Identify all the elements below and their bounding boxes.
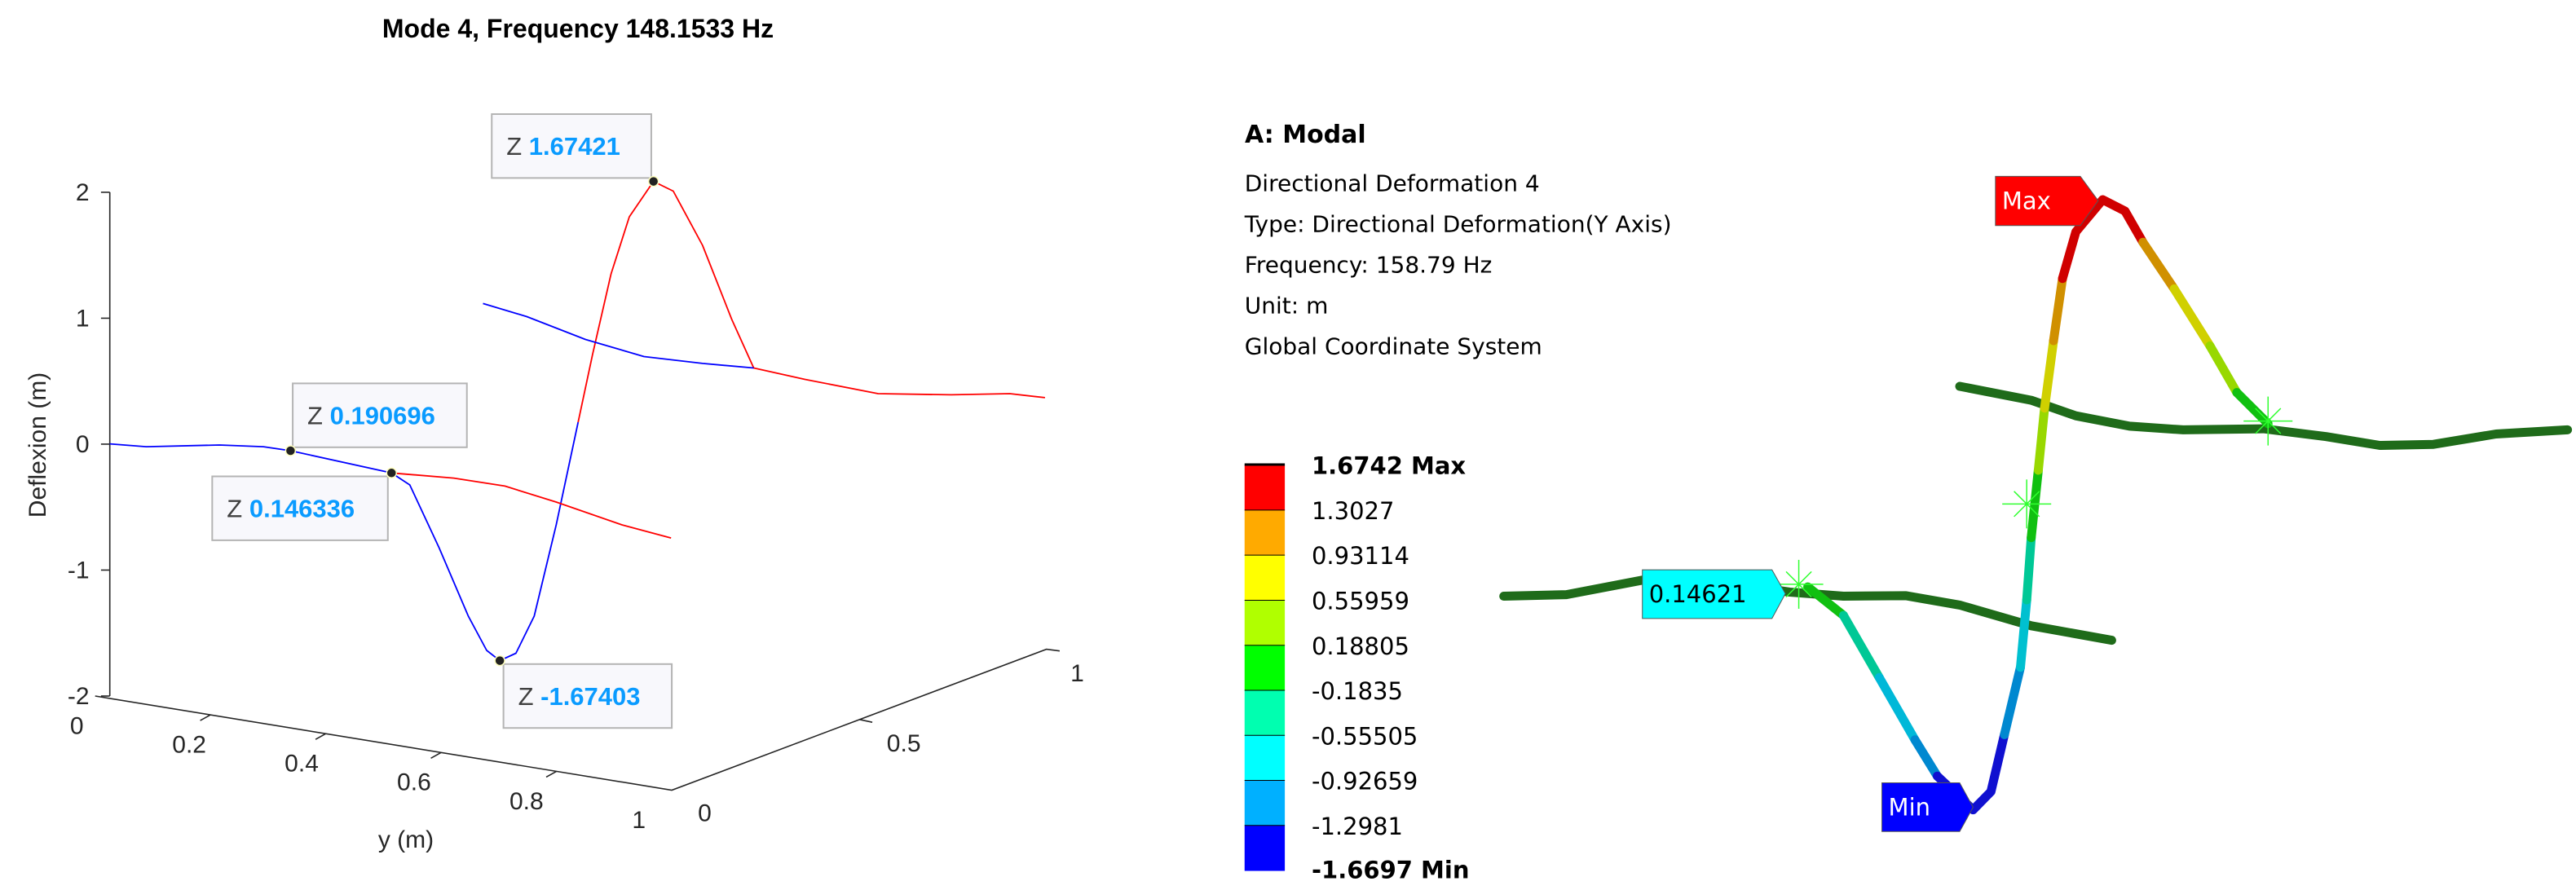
legend-swatch	[1244, 600, 1286, 646]
datatip-value: -1.67403	[540, 682, 640, 711]
star-ray	[2014, 503, 2027, 518]
datatip-marker	[285, 445, 297, 456]
info-line: Unit: m	[1245, 293, 1329, 319]
info-line: Frequency: 158.79 Hz	[1245, 252, 1493, 279]
beam-segment	[2040, 336, 2058, 413]
x-tick	[315, 733, 327, 740]
beam-segment	[2138, 237, 2179, 293]
beam-segment	[2232, 388, 2273, 429]
datatip-marker	[494, 654, 505, 667]
datatip-value: 1.67421	[529, 132, 620, 161]
red-curve-side	[391, 472, 672, 539]
datatip-text: Z -1.67403	[518, 682, 641, 711]
blue-curve-front	[109, 421, 580, 662]
beam-segment	[2022, 533, 2036, 605]
x-tick	[430, 751, 442, 759]
x-tick	[545, 770, 558, 778]
datatip-value: 0.190696	[330, 402, 435, 430]
x-tick-label: 1	[632, 807, 646, 834]
legend-swatch	[1244, 780, 1286, 826]
info-line: Directional Deformation 4	[1245, 170, 1540, 197]
beam-segment	[2049, 274, 2067, 346]
star-ray	[1785, 571, 1800, 585]
beam-segment	[1910, 735, 1942, 781]
x-axis-label: y (m)	[378, 826, 434, 853]
datatip-text: Z 0.190696	[307, 402, 435, 430]
x-tick-label: 0.2	[172, 732, 206, 759]
legend-level-label: 0.55959	[1312, 588, 1409, 615]
legend-level-label: -1.2981	[1312, 813, 1403, 840]
datatips: Z 1.67421Z 0.190696Z 0.146336Z -1.67403	[211, 113, 673, 729]
legend-min-label: -1.6697 Min	[1312, 857, 1469, 884]
result-info: Directional Deformation 4 Type: Direction…	[1244, 170, 1672, 360]
depth-tick-label: 0.5	[887, 730, 921, 757]
beam-segment	[2033, 403, 2049, 475]
legend-level-label: 0.18805	[1312, 632, 1409, 660]
support-star-icon	[2002, 479, 2052, 529]
beam-segment	[2205, 341, 2242, 398]
datatip-text: Z 1.67421	[506, 132, 620, 161]
x-tick	[200, 714, 211, 721]
legend-max-label: 1.6742 Max	[1312, 452, 1466, 480]
red-curve-main	[577, 180, 1046, 423]
datatip-label: Z	[307, 402, 330, 430]
value-probe-label: 0.14621	[1649, 580, 1747, 608]
datatip-marker	[647, 175, 659, 187]
legend-level-label: -0.1835	[1312, 677, 1403, 705]
depth-tick-label: 0	[698, 800, 712, 827]
blue-curve-back	[483, 302, 754, 369]
z-tick-label: 2	[76, 179, 90, 206]
x-tick-label: 0	[70, 712, 84, 739]
datatip-label: Z	[518, 682, 541, 711]
datatip-label: Z	[506, 132, 529, 161]
color-legend: 1.6742 Max 1.3027 0.93114 0.55959 0.18805 -0.…	[1244, 452, 1469, 884]
datatip-text: Z 0.146336	[227, 495, 355, 523]
legend-level-label: 0.93114	[1312, 542, 1409, 570]
legend-swatch	[1244, 825, 1286, 871]
legend-level-label: -0.55505	[1312, 722, 1418, 750]
info-line: Global Coordinate System	[1245, 333, 1542, 359]
figure: Mode 4, Frequency 148.1533 Hz 210-1-200.…	[24, 14, 2573, 884]
max-probe-label: Max	[2002, 187, 2051, 215]
legend-level-label: -0.92659	[1312, 768, 1418, 795]
legend-swatch	[1244, 690, 1286, 736]
beam-segment	[2169, 284, 2215, 350]
z-tick-label: 1	[76, 305, 90, 332]
z-tick-label: 0	[76, 431, 90, 458]
analysis-title: A: Modal	[1245, 121, 1366, 149]
ansys-result-view: A: Modal Directional Deformation 4 Type: …	[1244, 121, 2573, 884]
depth-tick-label: 1	[1070, 660, 1084, 687]
z-tick-label: -2	[68, 683, 90, 710]
x-tick-label: 0.8	[509, 788, 544, 815]
legend-swatch	[1244, 645, 1286, 691]
mode-curves	[109, 180, 1046, 662]
info-line: Type: Directional Deformation(Y Axis)	[1244, 211, 1672, 238]
star-ray	[1798, 571, 1812, 585]
beam-segment	[2000, 663, 2025, 739]
star-ray	[2267, 408, 2282, 422]
beam-segment	[1874, 672, 1920, 745]
datatip-value: 0.146336	[249, 495, 355, 523]
beam-segment	[1838, 610, 1884, 682]
z-tick-label: -1	[68, 557, 90, 584]
plot-title: Mode 4, Frequency 148.1533 Hz	[382, 14, 774, 43]
legend-level-label: 1.3027	[1312, 497, 1394, 525]
z-axis-label: Deflexion (m)	[24, 372, 51, 518]
datatip-marker	[386, 467, 398, 479]
matlab-mode-plot: Mode 4, Frequency 148.1533 Hz 210-1-200.…	[24, 14, 1084, 853]
depth-tick	[858, 718, 873, 723]
star-ray	[2014, 491, 2027, 504]
legend-swatch	[1244, 465, 1286, 511]
legend-swatch	[1244, 735, 1286, 782]
legend-swatch	[1244, 509, 1286, 556]
legend-swatch	[1244, 555, 1286, 601]
support-star-icon	[1774, 559, 1824, 609]
x-tick-label: 0.4	[285, 751, 319, 778]
min-probe-label: Min	[1889, 793, 1930, 821]
x-tick-label: 0.6	[397, 769, 431, 796]
beam-segment	[2016, 595, 2031, 672]
datatip-label: Z	[227, 495, 249, 523]
deformed-frame	[1499, 195, 2573, 815]
